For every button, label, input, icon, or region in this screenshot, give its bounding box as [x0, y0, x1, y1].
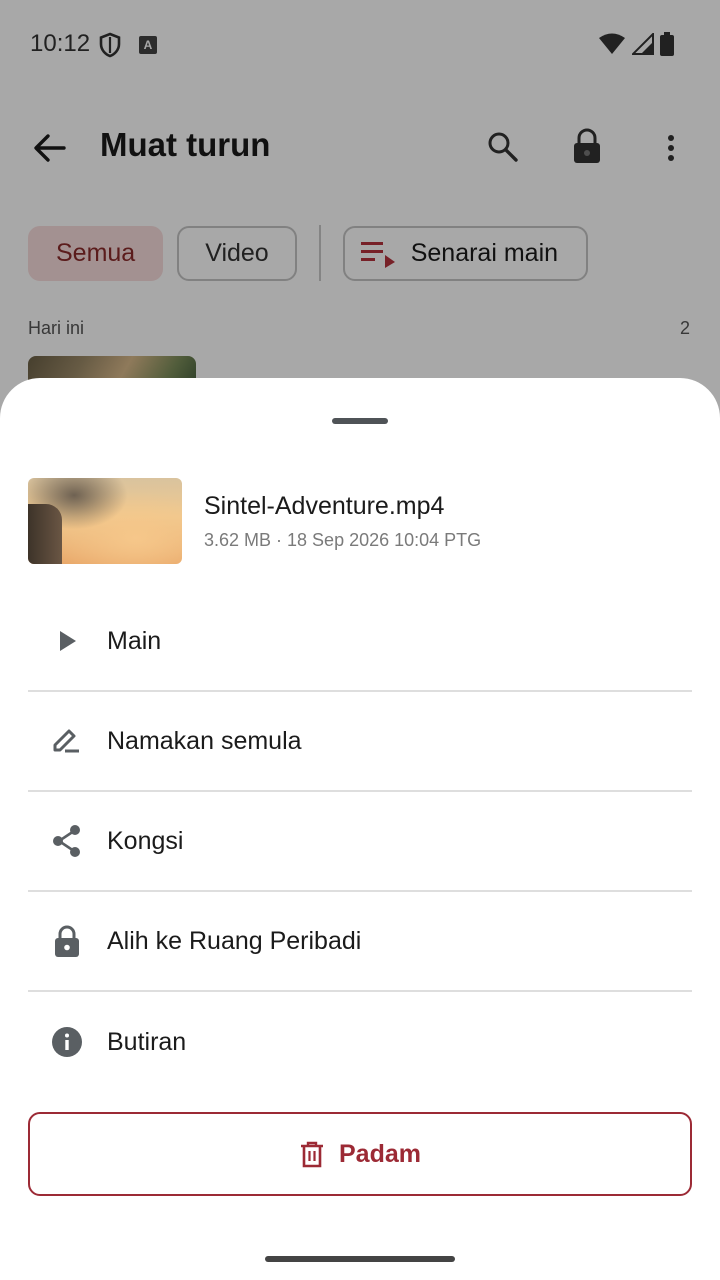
action-label: Main [107, 626, 162, 655]
lock-icon [55, 925, 79, 957]
gesture-nav-handle[interactable] [265, 1256, 455, 1262]
action-label: Kongsi [107, 826, 184, 855]
play-icon [60, 631, 76, 651]
actions-list: Main Namakan semula Kongsi Alih ke Ruang… [28, 592, 692, 1092]
delete-label: Padam [339, 1139, 421, 1168]
action-label: Alih ke Ruang Peribadi [107, 926, 362, 955]
action-label: Butiran [107, 1027, 187, 1056]
action-rename[interactable]: Namakan semula [28, 692, 692, 792]
action-details[interactable]: Butiran [28, 992, 692, 1092]
action-label: Namakan semula [107, 726, 302, 755]
file-actions-sheet: Sintel-Adventure.mp4 3.62 MB · 18 Sep 20… [0, 378, 720, 1280]
action-share[interactable]: Kongsi [28, 792, 692, 892]
action-move-private[interactable]: Alih ke Ruang Peribadi [28, 892, 692, 992]
share-icon [53, 825, 80, 857]
action-play[interactable]: Main [28, 592, 692, 692]
file-name: Sintel-Adventure.mp4 [204, 492, 445, 520]
info-icon [52, 1027, 82, 1057]
file-meta: 3.62 MB · 18 Sep 2026 10:04 PTG [204, 530, 482, 550]
trash-icon [301, 1141, 323, 1168]
delete-button[interactable]: Padam [28, 1112, 692, 1196]
edit-icon [53, 729, 79, 753]
drag-handle[interactable] [332, 418, 388, 424]
file-thumbnail [28, 478, 182, 564]
